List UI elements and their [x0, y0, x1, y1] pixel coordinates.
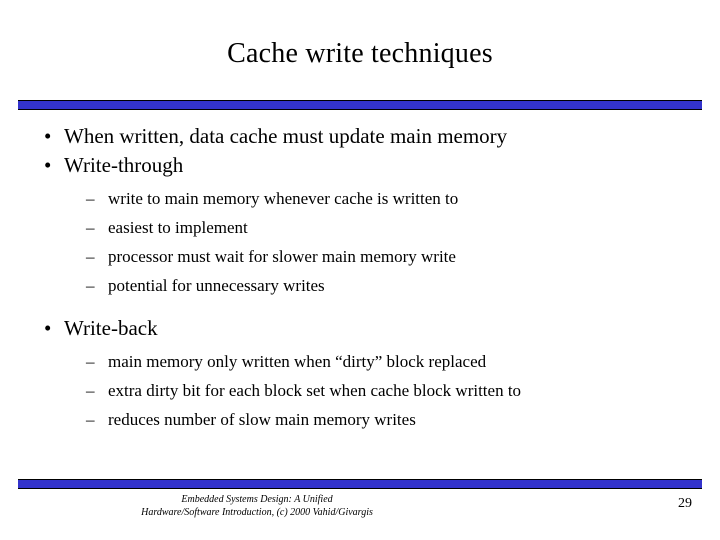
title-divider-top	[18, 100, 702, 110]
footer-citation: Embedded Systems Design: A Unified Hardw…	[22, 493, 492, 519]
list-item: • Write-back – main memory only written …	[22, 314, 698, 434]
sub-list-item-label: potential for unnecessary writes	[108, 276, 325, 295]
sub-list-item: – main memory only written when “dirty” …	[64, 347, 698, 376]
footer-line-1: Embedded Systems Design: A Unified	[181, 494, 333, 505]
bullet-glyph: •	[44, 316, 52, 340]
page-number: 29	[678, 496, 692, 511]
dash-glyph: –	[86, 189, 95, 208]
dash-glyph: –	[86, 410, 95, 429]
list-item-label: When written, data cache must update mai…	[64, 124, 508, 148]
sub-list-item-label: write to main memory whenever cache is w…	[108, 189, 459, 208]
dash-glyph: –	[86, 247, 95, 266]
dash-glyph: –	[86, 352, 95, 371]
sub-list-item-label: extra dirty bit for each block set when …	[108, 381, 522, 400]
sub-bullet-list: – write to main memory whenever cache is…	[64, 184, 698, 300]
bullet-glyph: •	[44, 124, 52, 148]
list-item-label: Write-through	[64, 153, 184, 177]
sub-bullet-list: – main memory only written when “dirty” …	[64, 347, 698, 434]
sub-list-item: – easiest to implement	[64, 213, 698, 242]
sub-list-item-label: easiest to implement	[108, 218, 248, 237]
list-item-label: Write-back	[64, 316, 158, 340]
list-item: • Write-through – write to main memory w…	[22, 151, 698, 300]
list-item: • When written, data cache must update m…	[22, 122, 698, 151]
page-title: Cache write techniques	[227, 38, 493, 69]
sub-list-item: – potential for unnecessary writes	[64, 271, 698, 300]
slide: Cache write techniques • When written, d…	[0, 0, 720, 540]
dash-glyph: –	[86, 276, 95, 295]
sub-list-item: – reduces number of slow main memory wri…	[64, 405, 698, 434]
dash-glyph: –	[86, 218, 95, 237]
bullet-glyph: •	[44, 153, 52, 177]
sub-list-item: – extra dirty bit for each block set whe…	[64, 376, 698, 405]
dash-glyph: –	[86, 381, 95, 400]
sub-list-item-label: processor must wait for slower main memo…	[108, 247, 456, 266]
footer-line-2: Hardware/Software Introduction, (c) 2000…	[141, 507, 373, 518]
slide-body: • When written, data cache must update m…	[22, 122, 698, 434]
sub-list-item-label: main memory only written when “dirty” bl…	[108, 352, 487, 371]
sub-list-item-label: reduces number of slow main memory write…	[108, 410, 416, 429]
sub-list-item: – processor must wait for slower main me…	[64, 242, 698, 271]
sub-list-item: – write to main memory whenever cache is…	[64, 184, 698, 213]
footer-divider	[18, 479, 702, 489]
bullet-list: • When written, data cache must update m…	[22, 122, 698, 434]
